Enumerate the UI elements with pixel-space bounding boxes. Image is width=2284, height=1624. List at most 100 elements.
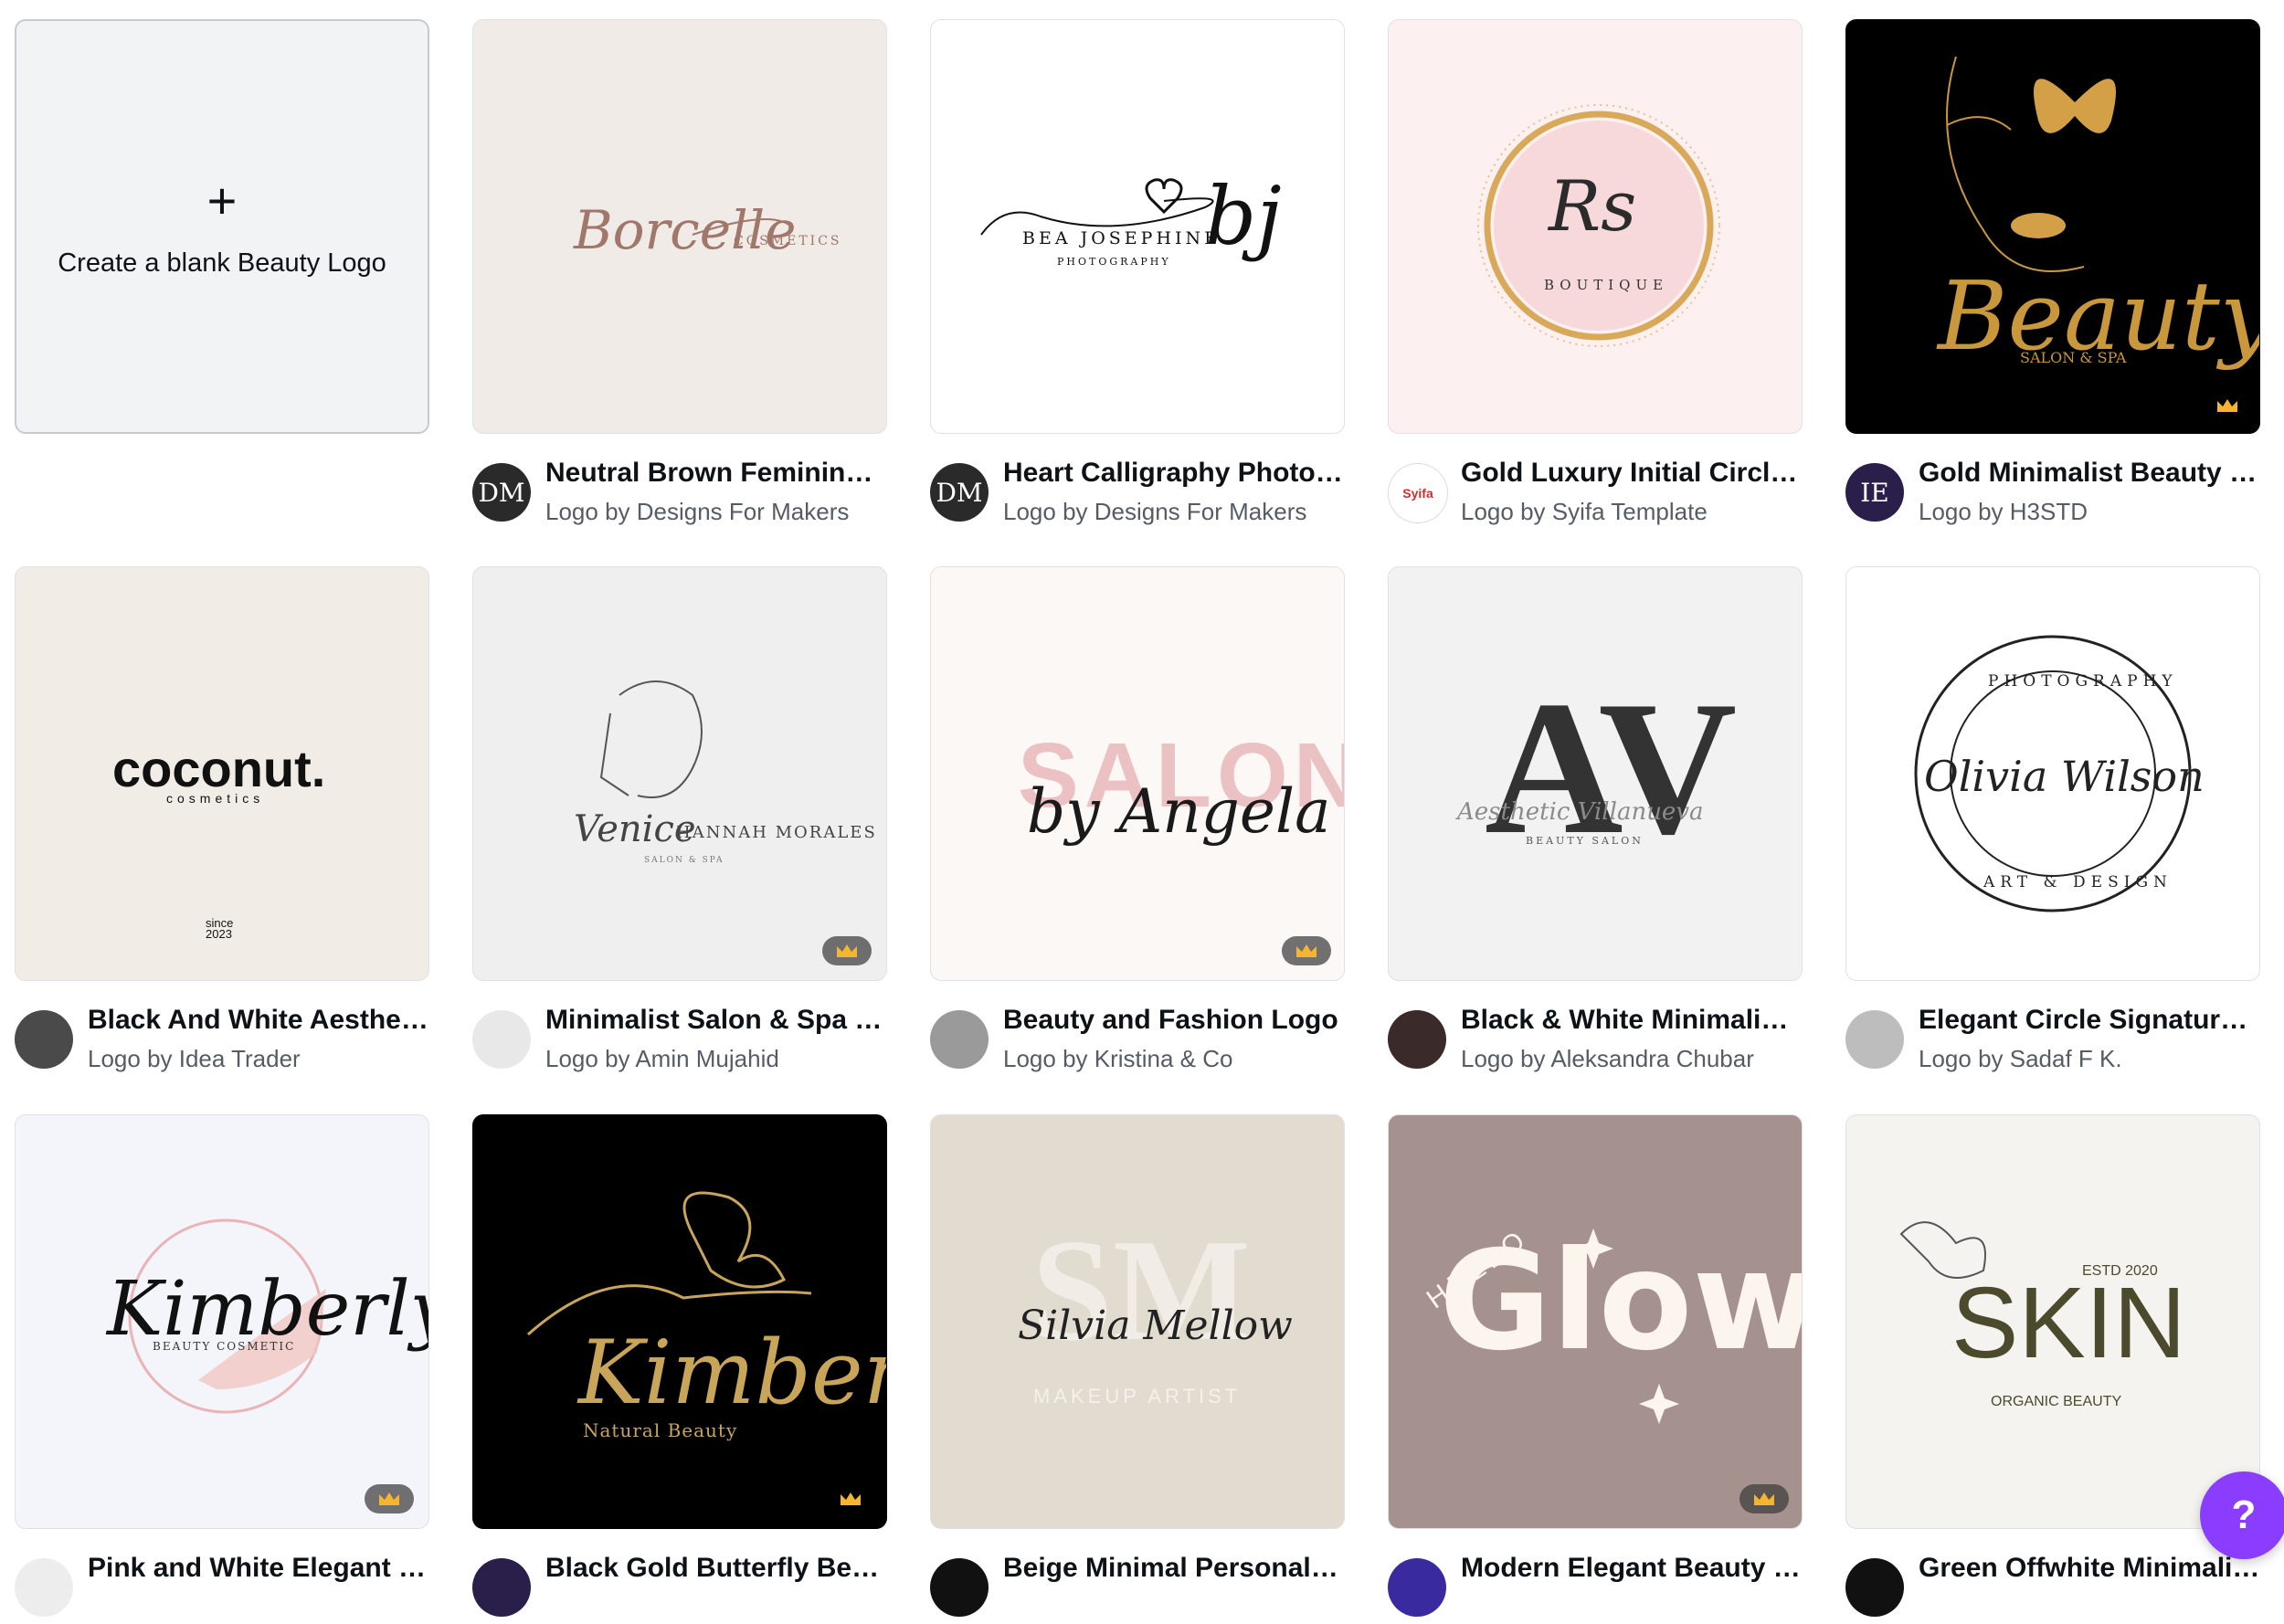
template-thumbnail[interactable]: Venice HANNAH MORALES SALON & SPA [472,566,887,981]
template-title[interactable]: Modern Elegant Beauty S... [1461,1553,1803,1584]
logo-artwork: SKIN ESTD 2020 ORGANIC BEAUTY [1899,1221,2186,1409]
template-title[interactable]: Pink and White Elegant B... [88,1553,429,1584]
template-title[interactable]: Neutral Brown Feminine ... [545,458,887,489]
template-thumbnail[interactable]: Kimberly BEAUTY COSMETIC [15,1114,429,1529]
creator-avatar [472,1558,531,1617]
logo-text: coconut. [112,740,325,797]
creator-avatar [15,1010,73,1069]
crown-icon [379,1492,399,1505]
crown-icon [837,944,857,957]
template-title[interactable]: Beige Minimal Personal M... [1003,1553,1345,1584]
logo-text: Borcelle [573,199,797,261]
logo-artwork: Glow HELLO [1422,1222,1802,1424]
logo-artwork: Rs BOUTIQUE [1477,104,1720,347]
logo-artwork: Kimberly Natural Beauty [527,1191,886,1441]
premium-crown-badge [1282,936,1331,965]
template-title[interactable]: Black Gold Butterfly Bea... [545,1553,887,1584]
template-title[interactable]: Black & White Minimalist ... [1461,1005,1803,1036]
template-thumbnail[interactable]: Beauty SALON & SPA [1845,19,2260,434]
logo-artwork: Venice HANNAH MORALES SALON & SPA [574,680,877,865]
template-title[interactable]: Beauty and Fashion Logo [1003,1005,1345,1036]
crown-icon [1754,1492,1774,1505]
template-title[interactable]: Green Offwhite Minimalis... [1919,1553,2260,1584]
help-button[interactable]: ? [2200,1471,2284,1559]
template-creator[interactable]: Logo by Kristina & Co [1003,1045,1345,1073]
template-meta: Black And White Aestheti... Logo by Idea… [15,1003,429,1076]
template-thumbnail[interactable]: SKIN ESTD 2020 ORGANIC BEAUTY [1845,1114,2260,1529]
template-meta: Beauty and Fashion Logo Logo by Kristina… [930,1003,1345,1076]
template-meta: IE Gold Minimalist Beauty S... Logo by H… [1845,456,2260,529]
logo-artwork: Borcelle COSMETICS [573,199,842,261]
template-thumbnail[interactable]: Borcelle COSMETICS [472,19,887,434]
creator-avatar: Syifa [1388,463,1448,523]
logo-subtext: BEAUTY COSMETIC [153,1340,295,1353]
logo-name: BEA JOSEPHINE [1022,228,1221,248]
template-thumbnail[interactable]: PHOTOGRAPHY ART & DESIGN Olivia Wilson [1845,566,2260,981]
template-creator[interactable]: Logo by Designs For Makers [545,498,887,526]
logo-subtext: SALON & SPA [644,856,724,865]
template-meta: Elegant Circle Signature ... Logo by Sad… [1845,1003,2260,1076]
creator-avatar [930,1010,989,1069]
template-creator[interactable]: Logo by Syifa Template [1461,498,1803,526]
plus-icon: + [206,171,238,229]
logo-text: Silvia Mellow [1018,1302,1293,1349]
logo-artwork: bj BEA JOSEPHINE PHOTOGRAPHY [980,169,1282,268]
logo-year: 2023 [206,927,232,941]
template-title[interactable]: Gold Luxury Initial Circle ... [1461,458,1803,489]
logo-subtext: Natural Beauty [583,1419,737,1441]
logo-subtext: BEAUTY SALON [1526,835,1644,847]
premium-crown-badge [1739,1484,1789,1513]
logo-artwork: SALON by Angela [1018,724,1344,847]
logo-name: ESTD 2020 [2082,1263,2158,1279]
premium-crown-badge [826,1484,875,1513]
premium-crown-badge [2203,391,2252,420]
template-creator[interactable]: Logo by Amin Mujahid [545,1045,887,1073]
create-blank-button[interactable]: + Create a blank Beauty Logo [15,19,429,434]
template-title[interactable]: Black And White Aestheti... [88,1005,429,1036]
logo-text: SKIN [1951,1267,2186,1379]
template-thumbnail[interactable]: SM Silvia Mellow MAKEUP ARTIST [930,1114,1345,1529]
creator-avatar [1388,1010,1446,1069]
template-meta: Pink and White Elegant B... [15,1551,429,1624]
logo-artwork: Beauty SALON & SPA [1936,56,2259,372]
logo-artwork: Kimberly BEAUTY COSMETIC [105,1218,428,1414]
template-meta: DM Neutral Brown Feminine ... Logo by De… [472,456,887,529]
template-creator[interactable]: Logo by Idea Trader [88,1045,429,1073]
creator-avatar [930,1558,989,1617]
template-title[interactable]: Minimalist Salon & Spa R... [545,1005,887,1036]
template-meta: Minimalist Salon & Spa R... Logo by Amin… [472,1003,887,1076]
template-title[interactable]: Gold Minimalist Beauty S... [1919,458,2260,489]
template-creator[interactable]: Logo by Aleksandra Chubar [1461,1045,1803,1073]
crown-icon [2217,399,2237,412]
premium-crown-badge [822,936,872,965]
template-thumbnail[interactable]: bj BEA JOSEPHINE PHOTOGRAPHY [930,19,1345,434]
creator-avatar [472,1010,531,1069]
template-thumbnail[interactable]: Kimberly Natural Beauty [472,1114,887,1529]
template-thumbnail[interactable]: coconut. cosmetics since 2023 [15,566,429,981]
logo-text: Kimberly [576,1322,886,1424]
template-creator[interactable]: Logo by Sadaf F K. [1919,1045,2260,1073]
logo-artwork: AV Aesthetic Villanueva BEAUTY SALON [1455,662,1737,874]
template-thumbnail[interactable]: Glow HELLO [1388,1114,1803,1529]
logo-subtext: COSMETICS [734,234,842,248]
logo-artwork: PHOTOGRAPHY ART & DESIGN Olivia Wilson [1914,635,2205,912]
create-blank-label: Create a blank Beauty Logo [58,248,386,278]
logo-text: Rs [1547,165,1636,247]
template-title[interactable]: Heart Calligraphy Photog... [1003,458,1345,489]
logo-subtext: PHOTOGRAPHY [1057,256,1171,268]
creator-avatar [1845,1558,1904,1617]
template-thumbnail[interactable]: Rs BOUTIQUE [1388,19,1803,434]
template-thumbnail[interactable]: AV Aesthetic Villanueva BEAUTY SALON [1388,566,1803,981]
logo-subtext: MAKEUP ARTIST [1033,1385,1241,1408]
template-creator[interactable]: Logo by H3STD [1919,498,2260,526]
template-thumbnail[interactable]: SALON by Angela [930,566,1345,981]
template-meta: Syifa Gold Luxury Initial Circle ... Log… [1388,456,1803,529]
template-creator[interactable]: Logo by Designs For Makers [1003,498,1345,526]
logo-subtext: SALON & SPA [2020,349,2127,366]
logo-bottom-text: ART & DESIGN [1983,873,2173,891]
template-meta: Modern Elegant Beauty S... [1388,1551,1803,1624]
logo-name: Aesthetic Villanueva [1455,798,1704,826]
logo-subtext: cosmetics [166,791,264,806]
logo-name: HANNAH MORALES [676,823,877,842]
template-title[interactable]: Elegant Circle Signature ... [1919,1005,2260,1036]
